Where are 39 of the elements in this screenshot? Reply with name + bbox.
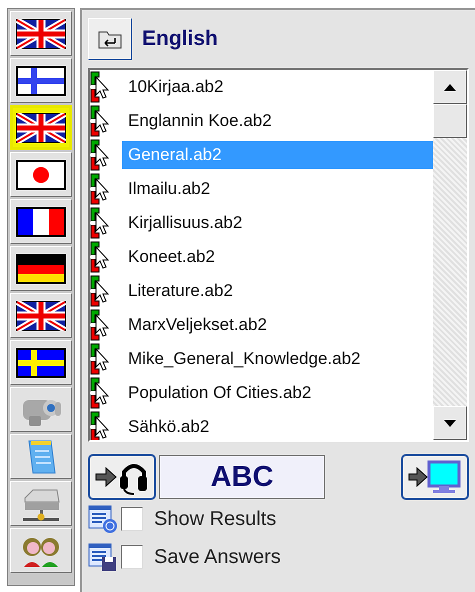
uk-flag-icon [16,112,66,142]
uk-flag-icon [16,300,66,330]
option-label: Save Answers [154,546,281,568]
file-item[interactable]: Mike_General_Knowledge.ab2 [122,345,433,373]
scroll-thumb[interactable] [433,104,467,138]
folder-up-button[interactable] [88,18,132,60]
de-flag-icon [16,254,66,284]
file-item[interactable]: MarxVeljekset.ab2 [122,311,433,339]
checkbox[interactable] [121,507,143,531]
fi-flag-icon [16,66,66,96]
display-box: ABC [159,455,325,499]
scrollbar[interactable] [433,70,467,440]
file-item[interactable]: Literature.ab2 [122,277,433,305]
se-flag-icon [16,348,66,378]
uk-flag-icon [16,18,66,48]
checkbox[interactable] [121,545,143,569]
file-item[interactable]: Population Of Cities.ab2 [122,379,433,407]
display-button[interactable] [401,454,469,500]
jp-flag-icon [16,160,66,190]
file-item[interactable]: Englannin Koe.ab2 [122,107,433,135]
scroll-down-icon [444,420,456,426]
tool-button[interactable] [10,528,72,573]
option-label: Show Results [154,508,276,530]
tool-button[interactable] [10,434,72,479]
tool-button[interactable] [10,481,72,526]
list-question-icon [88,504,118,534]
folder-title: English [142,27,218,51]
list-floppy-icon [88,542,118,572]
file-item[interactable]: Koneet.ab2 [122,243,433,271]
file-item[interactable]: Sähkö.ab2 [122,413,433,440]
file-item[interactable]: Kirjallisuus.ab2 [122,209,433,237]
listen-button[interactable] [88,454,156,500]
scroll-up-icon [444,84,456,90]
fr-flag-icon [16,206,66,236]
arrow-monitor-icon [407,458,463,496]
file-item[interactable]: 10Kirjaa.ab2 [122,73,433,101]
flag-button[interactable] [10,105,72,150]
tool-button[interactable] [10,387,72,432]
file-item[interactable]: Ilmailu.ab2 [122,175,433,203]
